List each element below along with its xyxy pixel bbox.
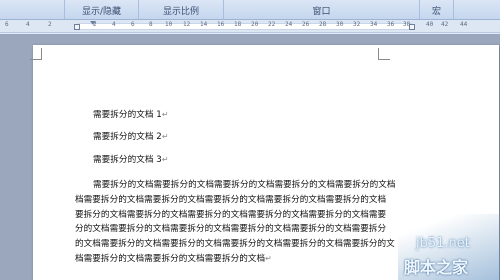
ruler-tick: 4 — [112, 21, 116, 28]
document-line[interactable]: 分的文档需要拆分的文档需要拆分的文档需要拆分的文档需要拆分的文档需要拆分 — [75, 222, 386, 234]
ruler-tick: 44 — [460, 21, 468, 28]
document-line[interactable]: 档需要拆分的文档需要拆分的文档需要拆分的文档↵ — [75, 252, 272, 264]
ribbon-group-window[interactable]: 窗口 — [224, 0, 420, 19]
document-line[interactable]: 需要拆分的文档 2↵ — [93, 130, 169, 142]
ruler-tick: 22 — [268, 21, 276, 28]
margin-corner-mark — [30, 48, 42, 60]
ruler-tick: 18 — [234, 21, 242, 28]
ruler-tick: 24 — [285, 21, 293, 28]
document-line[interactable]: 的文档需要拆分的文档需要拆分的文档需要拆分的文档需要拆分的文档需要拆分的文 — [75, 237, 395, 249]
document-line[interactable]: 需要拆分的文档 1↵ — [93, 108, 169, 120]
first-line-indent-marker[interactable] — [90, 21, 96, 25]
document-line[interactable]: 需要拆分的文档 3↵ — [93, 153, 169, 165]
document-line[interactable]: 需要拆分的文档需要拆分的文档需要拆分的文档需要拆分的文档需要拆分的文档 — [93, 178, 396, 190]
ruler-tick: 28 — [319, 21, 327, 28]
ruler-tick: 30 — [336, 21, 344, 28]
ruler-tick: 12 — [183, 21, 191, 28]
paragraph-mark-icon: ↵ — [161, 132, 169, 141]
ruler-tick: 6 — [5, 21, 9, 28]
ruler-tick: 6 — [131, 21, 135, 28]
ribbon-group-macro[interactable]: 宏 — [420, 0, 454, 19]
ruler-tick: 40 — [426, 21, 434, 28]
margin-corner-mark — [378, 48, 390, 60]
ruler-tick: 16 — [217, 21, 225, 28]
ruler-tick: 36 — [387, 21, 395, 28]
document-line[interactable]: 要拆分的文档需要拆分的文档需要拆分的文档需要拆分的文档需要拆分的文档需要 — [75, 208, 386, 220]
ribbon-group-label: 宏 — [431, 7, 441, 17]
paragraph-mark-icon: ↵ — [265, 254, 272, 263]
ruler-tick: 4 — [26, 21, 30, 28]
ribbon-group-label: 显示比例 — [162, 7, 199, 17]
ribbon-group-zoom[interactable]: 显示比例 — [139, 0, 224, 19]
document-line[interactable]: 档需要拆分的文档需要拆分的文档需要拆分的文档需要拆分的文档需要拆分的文档 — [75, 193, 386, 205]
ribbon-group-label: 窗口 — [312, 7, 331, 17]
right-indent-marker[interactable] — [409, 24, 415, 30]
ribbon-group-left — [0, 0, 65, 19]
ruler-tick: 2 — [48, 21, 52, 28]
ruler-tick: 32 — [353, 21, 361, 28]
ribbon-group-show-hide[interactable]: 显示/隐藏 — [65, 0, 139, 19]
watermark-brand: 脚本之家 — [404, 258, 469, 277]
ruler-tick: 10 — [165, 21, 173, 28]
ruler-tick: 26 — [302, 21, 310, 28]
ruler-tick: 8 — [149, 21, 153, 28]
paragraph-mark-icon: ↵ — [161, 155, 169, 164]
ribbon-group-label: 显示/隐藏 — [81, 7, 122, 17]
left-indent-marker[interactable] — [74, 24, 80, 30]
ruler-tick: 20 — [251, 21, 259, 28]
ruler-tick: 34 — [370, 21, 378, 28]
ruler-tick: 42 — [441, 21, 449, 28]
paragraph-mark-icon: ↵ — [161, 110, 169, 119]
ruler-text-area — [78, 23, 412, 30]
watermark-site: jb51.net — [416, 236, 470, 251]
ribbon-group-bar: 显示/隐藏 显示比例 窗口 宏 — [0, 0, 500, 20]
ruler-tick: 14 — [200, 21, 208, 28]
